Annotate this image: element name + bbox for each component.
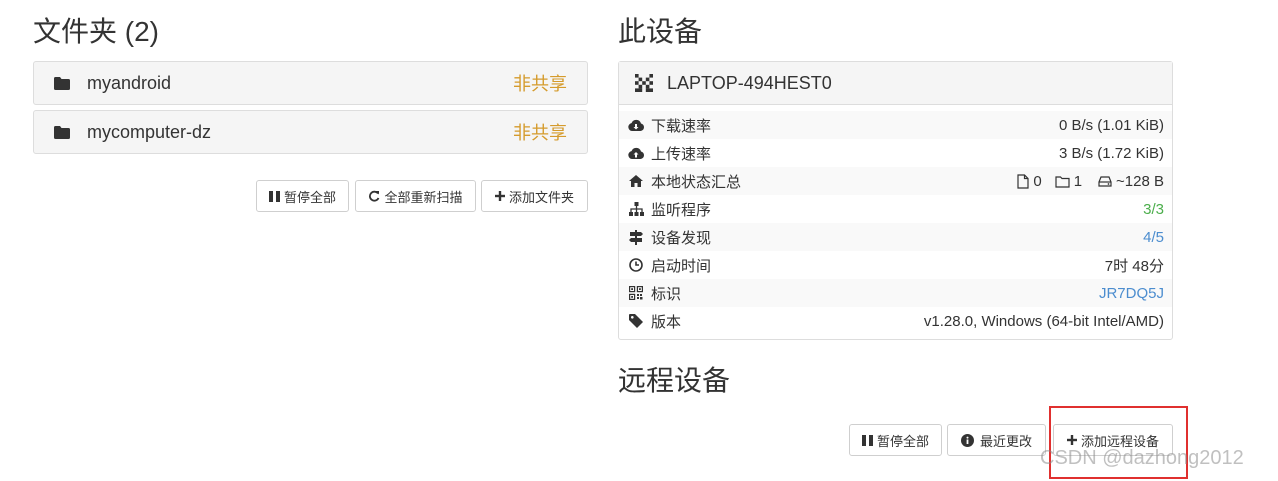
identity-row: 标识 JR7DQ5J [619,279,1172,307]
hdd-icon [1098,175,1112,187]
folder-icon [54,76,70,90]
version-row: 版本 v1.28.0, Windows (64-bit Intel/AMD) [619,307,1172,335]
version-label: 版本 [651,313,682,331]
refresh-icon [369,190,380,202]
plus-icon [494,191,505,201]
cloud-download-icon [628,119,644,131]
pause-all-devices-label: 暂停全部 [876,433,929,449]
signpost-icon [629,229,643,245]
uptime-row: 启动时间 7时 48分 [619,251,1172,279]
download-rate-row: 下载速率 0 B/s (1.01 KiB) [619,111,1172,139]
folders-title: 文件夹 (2) [33,16,160,47]
download-rate-value: 0 B/s (1.01 KiB) [1058,116,1164,134]
rescan-all-label: 全部重新扫描 [384,189,463,205]
add-folder-label: 添加文件夹 [508,189,574,205]
remote-devices-title: 远程设备 [618,365,731,396]
local-size: ~128 B [1116,172,1164,190]
identity-label: 标识 [651,285,682,303]
file-icon [1017,173,1029,189]
local-dirs-count: 1 [1073,172,1083,190]
folder-name: myandroid [87,72,172,93]
folder-outline-icon [1055,175,1070,188]
this-device-card: LAPTOP-494HEST0 下载速率 0 B/s (1.01 KiB) 上传… [618,61,1173,340]
recent-changes-label: 最近更改 [979,433,1032,449]
cloud-upload-icon [628,147,644,159]
clock-icon [629,258,643,272]
add-folder-button[interactable]: 添加文件夹 [481,180,588,212]
listeners-label: 监听程序 [651,201,712,219]
rescan-all-button[interactable]: 全部重新扫描 [355,180,476,212]
folder-item-mycomputer-dz[interactable]: mycomputer-dz 非共享 [33,110,588,154]
info-circle-icon [960,433,974,447]
local-state-row: 本地状态汇总 0 1 ~128 B [619,167,1172,195]
folder-share-status: 非共享 [513,123,567,143]
sitemap-icon [628,202,644,216]
upload-rate-row: 上传速率 3 B/s (1.72 KiB) [619,139,1172,167]
discovery-label: 设备发现 [651,229,712,247]
upload-rate-value: 3 B/s (1.72 KiB) [1058,144,1164,162]
device-identicon-icon [635,74,653,92]
pause-all-devices-button[interactable]: 暂停全部 [849,424,942,456]
version-value: v1.28.0, Windows (64-bit Intel/AMD) [923,312,1164,330]
uptime-label: 启动时间 [651,257,712,275]
folder-icon [54,125,70,139]
this-device-header[interactable]: LAPTOP-494HEST0 [619,62,1172,105]
tag-icon [629,314,643,328]
home-icon [629,175,643,187]
pause-all-label: 暂停全部 [283,189,336,205]
listeners-row: 监听程序 3/3 [619,195,1172,223]
upload-rate-label: 上传速率 [651,145,712,163]
qrcode-icon [629,286,643,300]
folder-name: mycomputer-dz [87,121,212,142]
pause-icon [268,190,280,202]
folder-share-status: 非共享 [513,74,567,94]
pause-icon [861,434,873,446]
local-files-count: 0 [1033,172,1042,190]
discovery-row: 设备发现 4/5 [619,223,1172,251]
recent-changes-button[interactable]: 最近更改 [947,424,1046,456]
this-device-title: 此设备 [618,16,703,47]
download-rate-label: 下载速率 [651,117,712,135]
local-state-value[interactable]: 0 1 ~128 B [1017,173,1164,190]
listeners-value[interactable]: 3/3 [1143,201,1164,218]
uptime-value: 7时 48分 [1104,257,1164,275]
device-name: LAPTOP-494HEST0 [667,72,832,93]
watermark-text: CSDN @dazhong2012 [1040,447,1244,469]
local-state-label: 本地状态汇总 [651,173,742,191]
discovery-value[interactable]: 4/5 [1143,229,1164,246]
pause-all-folders-button[interactable]: 暂停全部 [256,180,349,212]
folder-item-myandroid[interactable]: myandroid 非共享 [33,61,588,105]
identity-value[interactable]: JR7DQ5J [1099,285,1164,302]
